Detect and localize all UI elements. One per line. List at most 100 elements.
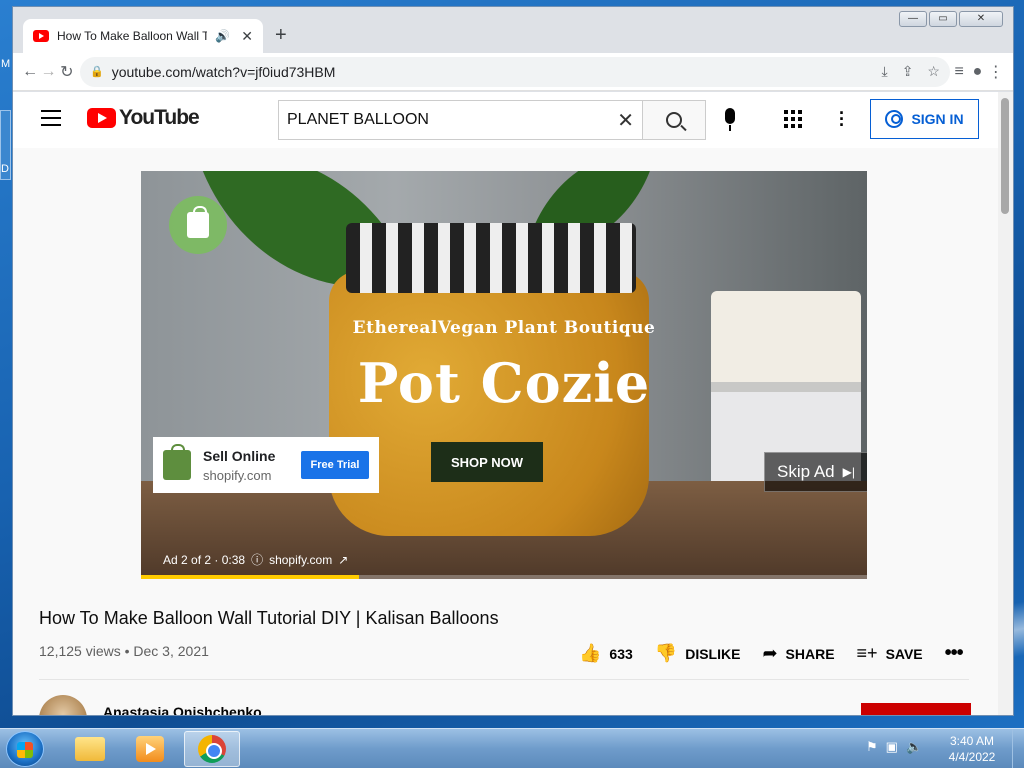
- ad-progress-bar: [141, 575, 867, 579]
- ad-card-text: Sell Online shopify.com: [203, 448, 275, 483]
- volume-icon[interactable]: 🔈: [906, 739, 922, 755]
- share-icon[interactable]: ⇪: [902, 63, 914, 80]
- media-control-icon[interactable]: ≡: [950, 63, 968, 81]
- thumbs-down-icon: 👎: [654, 643, 678, 663]
- tab-strip: How To Make Balloon Wall Tutorial DIY | …: [13, 7, 1013, 53]
- clear-search-icon[interactable]: ✕: [617, 108, 634, 133]
- ad-overlay-card[interactable]: Sell Online shopify.com Free Trial: [153, 437, 379, 493]
- channel-avatar[interactable]: [39, 695, 87, 715]
- microphone-icon[interactable]: [725, 108, 735, 124]
- pot-rim-pattern: [346, 223, 636, 293]
- playlist-add-icon: ≡+: [856, 643, 878, 663]
- taskbar-media-player[interactable]: [122, 731, 178, 767]
- logo-text: YouTube: [119, 106, 200, 129]
- video-title: How To Make Balloon Wall Tutorial DIY | …: [39, 608, 499, 628]
- channel-name[interactable]: Anastasia Onishchenko: [103, 704, 262, 715]
- search-query[interactable]: PLANET BALLOON: [287, 111, 617, 129]
- video-player[interactable]: EtherealVegan Plant Boutique Pot Cozie S…: [141, 171, 867, 579]
- shopify-bag-icon: [163, 444, 191, 480]
- like-count: 633: [609, 645, 633, 662]
- search-button[interactable]: [643, 100, 706, 140]
- taskbar-clock[interactable]: 3:40 AM 4/4/2022: [942, 733, 1002, 765]
- page-scrollbar[interactable]: [998, 92, 1013, 715]
- maximize-button[interactable]: ▭: [929, 11, 957, 27]
- action-center-flag-icon[interactable]: ⚑: [866, 739, 878, 755]
- browser-tab-active[interactable]: How To Make Balloon Wall Tutorial DIY | …: [23, 19, 263, 53]
- share-button[interactable]: ➦ SHARE: [762, 643, 834, 664]
- dislike-label: DISLIKE: [685, 645, 741, 662]
- save-label: SAVE: [885, 645, 923, 662]
- like-button[interactable]: 👍 633: [579, 643, 633, 664]
- shop-now-button[interactable]: SHOP NOW: [431, 442, 543, 482]
- taskbar: ⚑ ▣ 🔈 3:40 AM 4/4/2022: [0, 728, 1024, 768]
- ad-headline: Pot Cozie: [357, 351, 651, 415]
- profile-icon[interactable]: ●: [968, 63, 986, 81]
- ad-counter: Ad 2 of 2 · 0:38: [163, 552, 246, 567]
- search-input[interactable]: PLANET BALLOON ✕: [278, 100, 643, 140]
- url-text[interactable]: youtube.com/watch?v=jf0iud73HBM: [112, 64, 336, 80]
- tab-close-icon[interactable]: ✕: [241, 28, 253, 45]
- shopping-bag-icon: [187, 206, 209, 238]
- minimize-button[interactable]: —: [899, 11, 927, 27]
- video-views-date: 12,125 views • Dec 3, 2021: [39, 643, 209, 659]
- external-link-icon[interactable]: ↗: [338, 553, 348, 567]
- sign-in-button[interactable]: SIGN IN: [870, 99, 979, 139]
- clock-date: 4/4/2022: [948, 750, 996, 764]
- clock-time: 3:40 AM: [949, 734, 995, 748]
- folder-icon: [75, 737, 105, 761]
- new-tab-button[interactable]: +: [275, 24, 287, 47]
- hamburger-menu-icon[interactable]: [41, 110, 61, 131]
- sign-in-label: SIGN IN: [911, 111, 964, 127]
- taskbar-explorer[interactable]: [62, 731, 118, 767]
- browser-window: How To Make Balloon Wall Tutorial DIY | …: [12, 6, 1014, 716]
- install-app-icon[interactable]: ⤓: [881, 63, 887, 80]
- settings-more-icon[interactable]: · · ·: [839, 104, 845, 134]
- thumbs-up-icon: 👍: [579, 643, 602, 663]
- windows-logo-icon: [17, 742, 33, 758]
- subscribe-button[interactable]: SUBSCRIBE: [861, 703, 971, 715]
- ad-brand-line: EtherealVegan Plant Boutique: [352, 318, 656, 338]
- chrome-icon: [198, 735, 226, 763]
- section-divider: [39, 679, 969, 680]
- tab-title: How To Make Balloon Wall Tutorial DIY | …: [57, 29, 207, 43]
- microphone-stand: [729, 125, 731, 131]
- search-form: PLANET BALLOON ✕: [278, 100, 706, 140]
- ad-info-icon[interactable]: ⓘ: [251, 551, 263, 568]
- apps-grid-icon[interactable]: [784, 110, 802, 128]
- close-window-button[interactable]: ✕: [959, 11, 1003, 27]
- save-button[interactable]: ≡+ SAVE: [857, 643, 923, 664]
- show-desktop-button[interactable]: [1012, 729, 1024, 768]
- scrollbar-thumb[interactable]: [1001, 98, 1009, 214]
- reload-icon[interactable]: ↻: [58, 62, 76, 82]
- desktop-label-d: D: [1, 163, 9, 175]
- dislike-button[interactable]: 👎 DISLIKE: [655, 643, 741, 664]
- browser-menu-icon[interactable]: ⋮: [987, 62, 1005, 82]
- network-icon[interactable]: ▣: [886, 739, 898, 755]
- free-trial-button[interactable]: Free Trial: [301, 451, 369, 479]
- more-actions-button[interactable]: •••: [945, 642, 964, 665]
- back-arrow-icon[interactable]: ←: [21, 63, 39, 81]
- address-bar-icons: ⤓ ⇪ ☆: [881, 63, 940, 80]
- share-arrow-icon: ➦: [762, 643, 778, 663]
- skip-ad-button[interactable]: Skip Ad ▶|: [764, 452, 867, 492]
- taskbar-chrome[interactable]: [184, 731, 240, 767]
- skip-next-icon: ▶|: [842, 465, 855, 479]
- forward-arrow-icon[interactable]: →: [39, 63, 57, 81]
- youtube-logo[interactable]: YouTube: [87, 106, 200, 130]
- start-button[interactable]: [6, 731, 44, 767]
- lock-icon[interactable]: 🔒: [90, 65, 104, 78]
- shopify-badge[interactable]: [169, 196, 227, 254]
- ad-card-domain: shopify.com: [203, 467, 272, 483]
- media-player-icon: [136, 736, 164, 762]
- advertiser-link[interactable]: shopify.com: [269, 553, 332, 567]
- page-viewport: YouTube PLANET BALLOON ✕ · · · SIGN IN E…: [13, 92, 1013, 715]
- speaker-icon[interactable]: 🔊: [215, 29, 230, 43]
- browser-toolbar: ← → ↻ 🔒 youtube.com/watch?v=jf0iud73HBM …: [13, 53, 1013, 91]
- skip-ad-label: Skip Ad: [776, 462, 835, 481]
- ad-progress-fill: [141, 575, 359, 579]
- bookmark-star-icon[interactable]: ☆: [927, 63, 940, 80]
- address-bar[interactable]: 🔒 youtube.com/watch?v=jf0iud73HBM ⤓ ⇪ ☆: [79, 56, 950, 87]
- ad-info-bar: Ad 2 of 2 · 0:38 ⓘ shopify.com ↗: [163, 551, 348, 568]
- window-controls: — ▭ ✕: [899, 11, 1003, 27]
- ad-card-title: Sell Online: [203, 447, 276, 464]
